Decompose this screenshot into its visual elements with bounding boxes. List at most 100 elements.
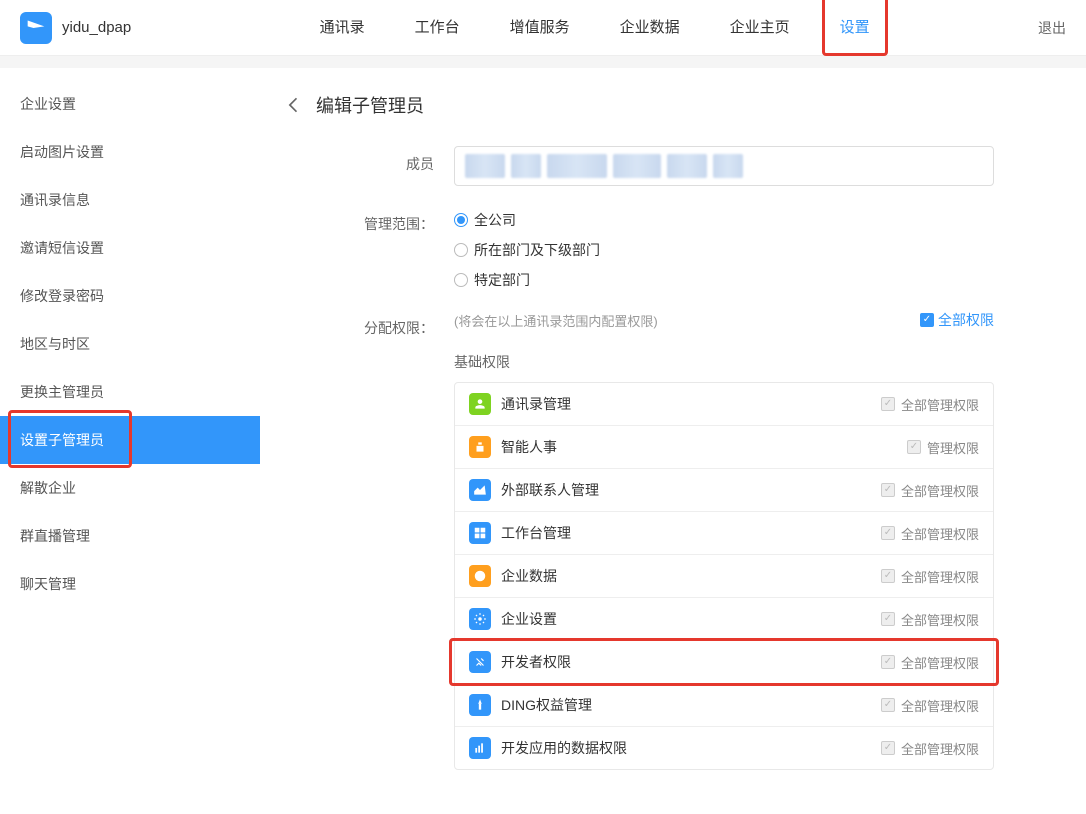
perm-icon — [469, 479, 491, 501]
scope-label: 管理范围： — [284, 206, 454, 290]
perm-right-label: 全部管理权限 — [901, 653, 979, 672]
perm-row-4[interactable]: 企业数据 ✓ 全部管理权限 — [455, 555, 993, 598]
app-name: yidu_dpap — [62, 19, 131, 36]
member-input[interactable] — [454, 146, 994, 186]
perm-name: 开发应用的数据权限 — [501, 738, 627, 758]
sidebar-item-6[interactable]: 更换主管理员 — [0, 368, 260, 416]
check-icon: ✓ — [881, 612, 895, 626]
perm-icon — [469, 393, 491, 415]
check-icon: ✓ — [881, 526, 895, 540]
perm-icon — [469, 522, 491, 544]
page-head: 编辑子管理员 — [284, 92, 1046, 118]
check-icon: ✓ — [920, 313, 934, 327]
app-logo — [20, 12, 52, 44]
perm-name: 开发者权限 — [501, 652, 571, 672]
check-icon: ✓ — [881, 741, 895, 755]
sidebar-item-1[interactable]: 启动图片设置 — [0, 128, 260, 176]
scope-radio-0[interactable]: 全公司 — [454, 210, 1046, 230]
page-title: 编辑子管理员 — [316, 92, 424, 118]
sidebar-item-9[interactable]: 群直播管理 — [0, 512, 260, 560]
nav-item-3[interactable]: 企业数据 — [620, 0, 680, 56]
perm-right-label: 全部管理权限 — [901, 739, 979, 758]
main-content: 编辑子管理员 成员 管理范围： 全公司所在部门及下级部门特定部门 分配权限： (… — [260, 68, 1086, 814]
perm-right-checkbox[interactable]: ✓ 全部管理权限 — [881, 524, 979, 543]
scope-radio-group: 全公司所在部门及下级部门特定部门 — [454, 206, 1046, 290]
perm-row-1[interactable]: 智能人事 ✓ 管理权限 — [455, 426, 993, 469]
topbar: yidu_dpap 通讯录 工作台 增值服务企业数据企业主页设置 退出 — [0, 0, 1086, 56]
perm-right-checkbox[interactable]: ✓全部管理权限 — [881, 696, 979, 715]
scope-radio-1[interactable]: 所在部门及下级部门 — [454, 240, 1046, 260]
radio-label: 所在部门及下级部门 — [474, 240, 600, 260]
sidebar-item-7[interactable]: 设置子管理员 — [0, 416, 260, 464]
nav-item-4[interactable]: 企业主页 — [730, 0, 790, 56]
row-member: 成员 — [284, 146, 1046, 186]
back-arrow-icon[interactable] — [284, 95, 304, 115]
perm-right-checkbox[interactable]: ✓ 管理权限 — [907, 438, 979, 457]
perm-right-checkbox[interactable]: ✓ 全部管理权限 — [881, 567, 979, 586]
perm-right-checkbox[interactable]: ✓全部管理权限 — [881, 653, 979, 672]
perm-row-0[interactable]: 通讯录管理 ✓全部管理权限 — [455, 383, 993, 426]
top-nav: 通讯录 工作台 增值服务企业数据企业主页设置 — [191, 0, 998, 56]
perm-name: 工作台管理 — [501, 523, 571, 543]
row-scope: 管理范围： 全公司所在部门及下级部门特定部门 — [284, 206, 1046, 290]
perm-name: 企业设置 — [501, 609, 557, 629]
radio-label: 全公司 — [474, 210, 516, 230]
perm-name: DING权益管理 — [501, 695, 592, 715]
perm-name: 智能人事 — [501, 437, 557, 457]
perm-label: 分配权限： — [284, 310, 454, 770]
row-perm: 分配权限： (将会在以上通讯录范围内配置权限) ✓ 全部权限 基础权限 通讯录管… — [284, 310, 1046, 770]
sidebar-item-8[interactable]: 解散企业 — [0, 464, 260, 512]
nav-item-1[interactable]: 工作台 — [415, 0, 460, 56]
perm-right-checkbox[interactable]: ✓全部管理权限 — [881, 395, 979, 414]
perm-name: 通讯录管理 — [501, 394, 571, 414]
check-icon: ✓ — [881, 397, 895, 411]
perm-row-6[interactable]: 开发者权限 ✓全部管理权限 — [455, 641, 993, 684]
perm-list: 通讯录管理✓全部管理权限智能人事✓管理权限外部联系人管理✓全部管理权限工作台管理… — [454, 382, 994, 770]
perm-row-8[interactable]: 开发应用的数据权限 ✓ 全部管理权限 — [455, 727, 993, 769]
perm-right-checkbox[interactable]: ✓ 全部管理权限 — [881, 739, 979, 758]
all-perm-checkbox[interactable]: ✓ 全部权限 — [920, 310, 994, 330]
perm-name: 企业数据 — [501, 566, 557, 586]
sidebar-item-3[interactable]: 邀请短信设置 — [0, 224, 260, 272]
perm-section-title: 基础权限 — [454, 352, 1046, 372]
sidebar-item-0[interactable]: 企业设置 — [0, 80, 260, 128]
check-icon: ✓ — [881, 698, 895, 712]
perm-icon — [469, 565, 491, 587]
nav-item-2[interactable]: 增值服务 — [510, 0, 570, 56]
perm-right-label: 全部管理权限 — [901, 524, 979, 543]
perm-row-7[interactable]: DING权益管理 ✓全部管理权限 — [455, 684, 993, 727]
perm-icon — [469, 737, 491, 759]
perm-icon — [469, 436, 491, 458]
perm-icon — [469, 608, 491, 630]
nav-item-0[interactable]: 通讯录 — [320, 0, 365, 56]
perm-icon — [469, 694, 491, 716]
check-icon: ✓ — [907, 440, 921, 454]
perm-header: (将会在以上通讯录范围内配置权限) ✓ 全部权限 — [454, 310, 994, 330]
radio-icon — [454, 213, 468, 227]
nav-item-5[interactable]: 设置 — [840, 0, 870, 56]
all-perm-label: 全部权限 — [938, 310, 994, 330]
perm-row-5[interactable]: 企业设置 ✓ 全部管理权限 — [455, 598, 993, 641]
sidebar: 企业设置启动图片设置通讯录信息邀请短信设置修改登录密码地区与时区更换主管理员设置… — [0, 68, 260, 814]
check-icon: ✓ — [881, 483, 895, 497]
perm-right-checkbox[interactable]: ✓ 全部管理权限 — [881, 610, 979, 629]
check-icon: ✓ — [881, 569, 895, 583]
perm-right-label: 全部管理权限 — [901, 567, 979, 586]
perm-right-label: 全部管理权限 — [901, 610, 979, 629]
sidebar-item-4[interactable]: 修改登录密码 — [0, 272, 260, 320]
radio-icon — [454, 243, 468, 257]
perm-name: 外部联系人管理 — [501, 480, 599, 500]
perm-right-checkbox[interactable]: ✓ 全部管理权限 — [881, 481, 979, 500]
sidebar-item-2[interactable]: 通讯录信息 — [0, 176, 260, 224]
sidebar-item-5[interactable]: 地区与时区 — [0, 320, 260, 368]
perm-right-label: 全部管理权限 — [901, 481, 979, 500]
perm-row-2[interactable]: 外部联系人管理 ✓ 全部管理权限 — [455, 469, 993, 512]
scope-radio-2[interactable]: 特定部门 — [454, 270, 1046, 290]
member-label: 成员 — [284, 146, 454, 186]
perm-icon — [469, 651, 491, 673]
perm-row-3[interactable]: 工作台管理 ✓ 全部管理权限 — [455, 512, 993, 555]
radio-label: 特定部门 — [474, 270, 530, 290]
sidebar-item-10[interactable]: 聊天管理 — [0, 560, 260, 608]
logout-link[interactable]: 退出 — [1038, 18, 1066, 38]
perm-right-label: 管理权限 — [927, 438, 979, 457]
